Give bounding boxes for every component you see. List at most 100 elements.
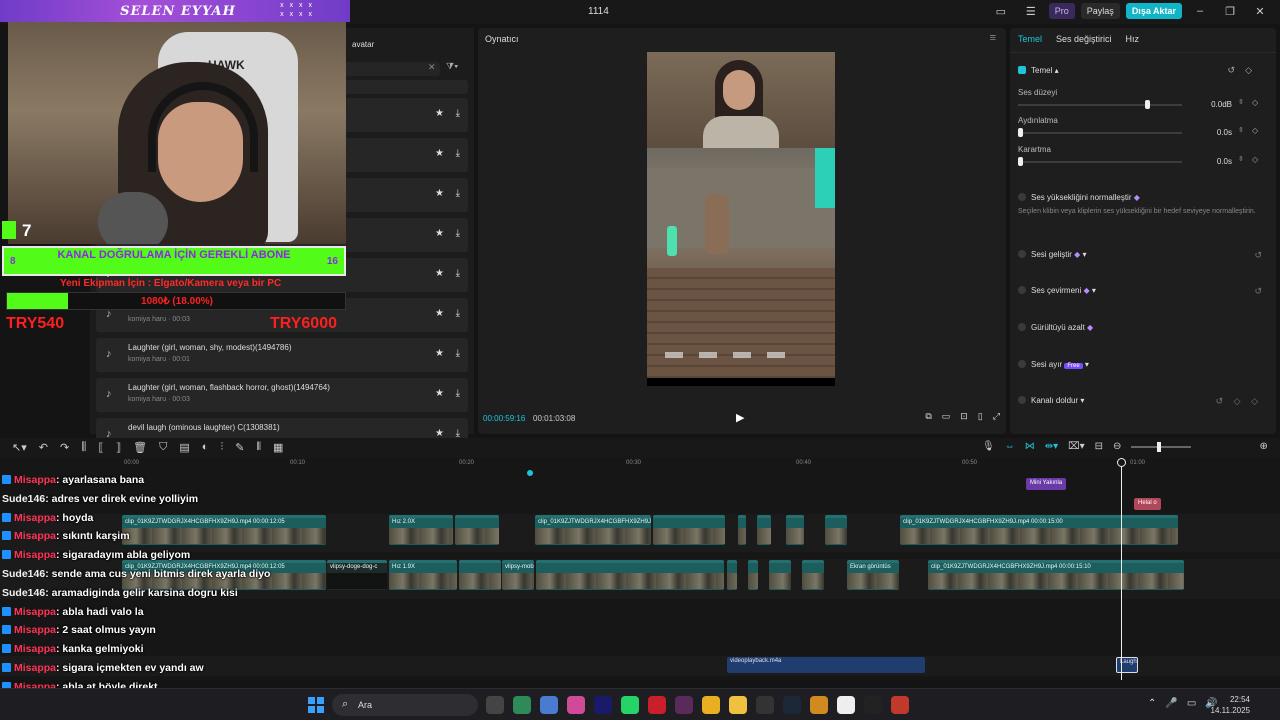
menu-icon[interactable]: ☰ — [1019, 5, 1043, 18]
download-icon[interactable]: ⤓ — [456, 268, 460, 279]
fade-out-slider[interactable] — [1018, 161, 1182, 163]
download-icon[interactable]: ⤓ — [456, 148, 460, 159]
zoom-slider[interactable] — [1131, 441, 1192, 452]
undo-icon[interactable]: ↶ — [39, 441, 48, 454]
settings-icon[interactable] — [756, 696, 774, 714]
video-clip[interactable] — [727, 560, 737, 590]
minimize-icon[interactable]: – — [1188, 5, 1212, 17]
normalize-toggle[interactable] — [1018, 193, 1026, 201]
favorite-icon[interactable]: ★ — [435, 268, 444, 279]
fade-out-keyframe-icon[interactable]: ◇ — [1252, 155, 1258, 164]
photos-icon[interactable] — [567, 696, 585, 714]
whatsapp-icon[interactable] — [621, 696, 639, 714]
fade-in-keyframe-icon[interactable]: ◇ — [1252, 126, 1258, 135]
fade-in-stepper-icon[interactable]: ⇳ — [1238, 126, 1244, 134]
favorite-icon[interactable]: ★ — [435, 228, 444, 239]
xbox-icon[interactable] — [513, 696, 531, 714]
video-preview[interactable] — [647, 52, 835, 386]
doge-clip[interactable]: vlipsy-doge-dog-c — [327, 560, 387, 590]
fade-out-stepper-icon[interactable]: ⇳ — [1238, 155, 1244, 163]
zoom-in-icon[interactable]: ⊕ — [1259, 441, 1267, 452]
chrome-2-icon[interactable] — [810, 696, 828, 714]
color-icon[interactable]: ◐ — [202, 441, 209, 454]
playhead[interactable] — [1121, 458, 1122, 680]
network-icon[interactable]: ▭ — [1187, 698, 1196, 709]
audio-clip-selected[interactable]: Laugh — [1116, 657, 1138, 673]
capcut-icon[interactable] — [837, 696, 855, 714]
layout-icon[interactable]: ▭ — [989, 5, 1013, 18]
video-clip[interactable] — [459, 560, 501, 590]
convert-option[interactable]: Ses çevirmeni ◆ ▾ — [1018, 286, 1096, 295]
task-view-icon[interactable] — [486, 696, 504, 714]
video-clip[interactable] — [653, 515, 725, 545]
caption-icon[interactable]: ▤ — [179, 441, 189, 454]
shield-icon[interactable]: ⛉ — [159, 441, 167, 454]
volume-keyframe-icon[interactable]: ◇ — [1252, 98, 1258, 107]
normalize-option[interactable]: Ses yüksekliğini normalleştir ◆ — [1018, 193, 1140, 202]
snapshot-icon[interactable]: ⊡ — [960, 411, 968, 422]
channel-actions[interactable]: ↺ ◇ ◇ — [1216, 396, 1262, 407]
channel-option[interactable]: Kanalı doldur ▾ — [1018, 396, 1084, 405]
basic-section-title[interactable]: Temel ▴ — [1018, 66, 1059, 75]
taskbar-search[interactable]: ⌕ Ara — [332, 694, 478, 716]
ratio-icon[interactable]: ▭ — [942, 411, 951, 422]
magnet-icon[interactable]: ⋈ — [1025, 441, 1035, 452]
favorite-icon[interactable]: ★ — [435, 148, 444, 159]
favorite-icon[interactable]: ★ — [435, 388, 444, 399]
video-clip[interactable] — [536, 560, 724, 590]
fullscreen-icon[interactable]: ⤢ — [993, 411, 1000, 422]
player-menu-icon[interactable]: ≡ — [990, 32, 996, 44]
screenshot-clip[interactable]: Ekran görüntüs — [847, 560, 899, 590]
fade-in-slider[interactable] — [1018, 132, 1182, 134]
fade-in-knob[interactable] — [1018, 128, 1023, 137]
favorite-icon[interactable]: ★ — [435, 348, 444, 359]
checkbox-icon[interactable] — [1018, 66, 1026, 74]
windows-start-icon[interactable] — [308, 697, 324, 713]
volume-stepper-icon[interactable]: ⇳ — [1238, 98, 1244, 106]
video-clip[interactable]: Hız 2.0X — [389, 515, 453, 545]
time-ruler[interactable]: 00:00 00:10 00:20 00:30 00:40 00:50 01:0… — [0, 458, 1280, 472]
enhance-option[interactable]: Sesi geliştir ◆ ▾ — [1018, 250, 1087, 259]
tab-voice-changer[interactable]: Ses değiştirici — [1056, 34, 1112, 44]
video-clip[interactable] — [802, 560, 824, 590]
chevron-up-icon[interactable]: ⌃ — [1148, 698, 1156, 709]
download-icon[interactable]: ⤓ — [456, 108, 460, 119]
aspect-ratio-icon[interactable]: ▯ — [978, 411, 983, 422]
video-clip[interactable]: clip_01K9ZJTWDGRJX4HCGBFHX9ZH9J.mp4 00:0… — [900, 515, 1178, 545]
convert-reset-icon[interactable]: ↺ — [1254, 286, 1262, 297]
download-icon[interactable]: ⤓ — [456, 308, 460, 319]
redo-icon[interactable]: ↷ — [60, 441, 69, 454]
download-icon[interactable]: ⤓ — [456, 388, 460, 399]
text-clip[interactable]: Mini Yakınla — [1026, 478, 1067, 490]
download-icon[interactable]: ⤓ — [456, 348, 460, 359]
fade-out-knob[interactable] — [1018, 157, 1023, 166]
zoom-out-icon[interactable]: ⊖ — [1113, 441, 1121, 452]
fade-out-value[interactable]: 0.0s — [1188, 157, 1232, 166]
mic-icon[interactable]: 🎙 — [982, 441, 995, 452]
enhance-toggle[interactable] — [1018, 250, 1026, 258]
video-clip[interactable] — [769, 560, 791, 590]
reset-icon[interactable]: ↺ — [1228, 65, 1246, 75]
folder-icon[interactable] — [729, 696, 747, 714]
app-icon[interactable] — [891, 696, 909, 714]
steam-icon[interactable] — [783, 696, 801, 714]
convert-toggle[interactable] — [1018, 286, 1026, 294]
trim-right-icon[interactable]: ⟧ — [116, 441, 121, 454]
close-icon[interactable]: ✕ — [1248, 5, 1272, 18]
export-button[interactable]: Dışa Aktar — [1125, 3, 1182, 19]
keyframe-icon[interactable]: ◇ — [1245, 65, 1262, 75]
zoom-knob[interactable] — [1157, 441, 1162, 452]
obs-icon[interactable] — [864, 696, 882, 714]
volume-value[interactable]: 0.0dB — [1188, 100, 1232, 109]
denoise-toggle[interactable] — [1018, 323, 1026, 331]
mic-tray-icon[interactable]: 🎤 — [1165, 698, 1177, 709]
enhance-reset-icon[interactable]: ↺ — [1254, 250, 1262, 261]
adobe-icon[interactable] — [675, 696, 693, 714]
asset-item[interactable]: ♪ Laughter (girl, woman, shy, modest)(149… — [96, 338, 468, 372]
split-toggle[interactable] — [1018, 360, 1026, 368]
audio-clip[interactable]: videoplayback.m4a — [727, 657, 925, 673]
tab-basic[interactable]: Temel — [1018, 34, 1042, 44]
video-clip[interactable] — [738, 515, 746, 545]
video-clip[interactable] — [757, 515, 771, 545]
vlipsy-clip[interactable]: vlipsy-mob — [502, 560, 534, 590]
